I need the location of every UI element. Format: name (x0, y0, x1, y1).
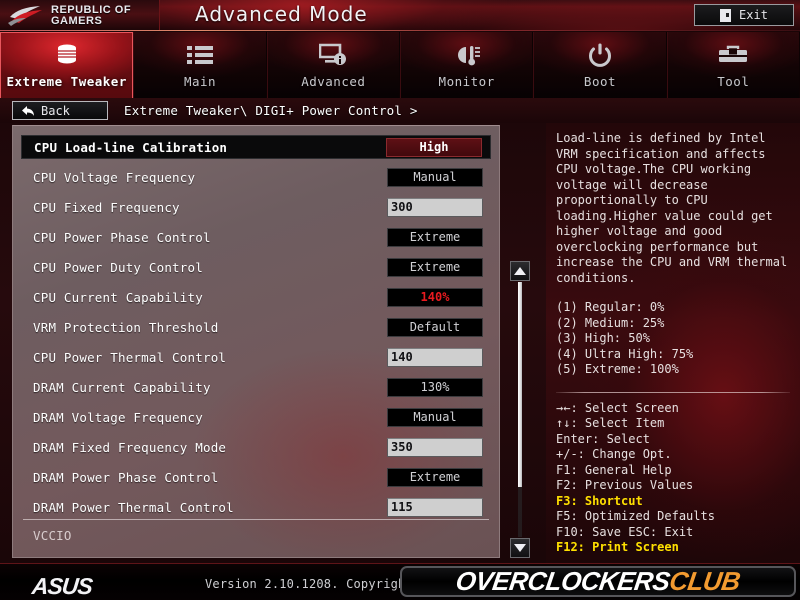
breadcrumb-path: Extreme Tweaker\ DIGI+ Power Control > (124, 103, 418, 118)
tab-label: Extreme Tweaker (6, 74, 127, 89)
list-divider (23, 519, 489, 520)
setting-value-input[interactable]: 140 (387, 347, 483, 367)
setting-value-input[interactable]: 300 (387, 197, 483, 217)
rog-logo: REPUBLIC OF GAMERS (0, 0, 160, 31)
setting-value-dropdown[interactable]: 140% (387, 287, 483, 307)
help-option: (4) Ultra High: 75% (556, 346, 694, 361)
scrollbar-thumb[interactable] (518, 282, 522, 487)
help-option: (2) Medium: 25% (556, 315, 665, 330)
tab-monitor[interactable]: Monitor (399, 32, 534, 98)
tab-label: Advanced (301, 73, 366, 89)
tab-label: Tool (717, 73, 750, 89)
setting-row[interactable]: DRAM Power Thermal Control 115 (21, 492, 491, 522)
setting-row[interactable]: DRAM Power Phase Control Extreme (21, 462, 491, 492)
settings-list: CPU Load-line Calibration High CPU Voltage… (12, 125, 500, 558)
rog-line-1: REPUBLIC OF (51, 3, 132, 16)
setting-row[interactable]: CPU Power Thermal Control 140 (21, 342, 491, 372)
back-button-label: Back (41, 103, 70, 118)
setting-row[interactable]: DRAM Voltage Frequency Manual (21, 402, 491, 432)
help-description: Load-line is defined by Intel VRM specif… (556, 131, 795, 285)
tab-label: Monitor (438, 73, 495, 89)
tab-extreme-tweaker[interactable]: Extreme Tweaker (0, 32, 134, 98)
tab-boot[interactable]: Boot (533, 32, 667, 98)
tab-advanced[interactable]: Advanced (266, 32, 400, 98)
tab-main[interactable]: Main (133, 32, 267, 98)
tuning-knob-icon (53, 42, 81, 68)
setting-value-dropdown[interactable]: Manual (387, 407, 483, 427)
help-option: (5) Extreme: 100% (556, 362, 679, 376)
tab-label: Boot (583, 73, 617, 89)
back-button[interactable]: Back (12, 101, 108, 120)
back-arrow-icon (22, 105, 34, 116)
rog-logo-text: REPUBLIC OF GAMERS (51, 3, 132, 27)
setting-value-dropdown[interactable]: Default (387, 317, 483, 337)
keyboard-legend-item: +/-: Change Opt. (556, 447, 672, 461)
exit-button[interactable]: Exit (694, 4, 794, 26)
setting-row[interactable]: CPU Current Capability 140% (21, 282, 491, 312)
page-title: Advanced Mode (195, 2, 368, 26)
down-triangle (514, 544, 526, 552)
asus-logo: ASUS (30, 573, 94, 599)
setting-row[interactable]: CPU Voltage Frequency Manual (21, 162, 491, 192)
scroll-down-arrow-icon[interactable] (510, 538, 530, 558)
list-item-vccio[interactable]: VCCIO (33, 528, 72, 543)
keyboard-legend-item: F3: Shortcut (556, 493, 643, 508)
settings-scrollbar[interactable] (510, 261, 532, 558)
setting-row[interactable]: DRAM Fixed Frequency Mode 350 (21, 432, 491, 462)
content-area: CPU Load-line Calibration High CPU Voltage… (0, 123, 800, 563)
setting-row[interactable]: CPU Load-line Calibration High (21, 135, 491, 159)
keyboard-legend-item: F10: Save ESC: Exit (556, 524, 694, 539)
setting-row[interactable]: CPU Power Phase Control Extreme (21, 222, 491, 252)
main-tab-bar: Extreme Tweaker Main Advanced Monitor Bo… (0, 32, 800, 98)
scroll-up-arrow-icon[interactable] (510, 261, 530, 281)
keyboard-legend-item: ↑↓: Select Item (556, 416, 665, 430)
setting-value-dropdown[interactable]: High (386, 137, 482, 157)
keyboard-legend-item: F12: Print Screen (556, 540, 679, 554)
list-icon (186, 42, 213, 68)
setting-value-dropdown[interactable]: Extreme (387, 227, 483, 247)
bios-screen: REPUBLIC OF GAMERS Advanced Mode Exit Ex… (0, 0, 800, 600)
top-banner: REPUBLIC OF GAMERS Advanced Mode Exit (0, 0, 800, 31)
setting-row[interactable]: VRM Protection Threshold Default (21, 312, 491, 342)
toolbox-icon (718, 42, 748, 68)
tab-tool[interactable]: Tool (666, 32, 800, 98)
keyboard-legend-item: →←: Select Screen (556, 400, 679, 415)
exit-door-icon (720, 8, 732, 22)
keyboard-legend: →←: Select Screen ↑↓: Select Item Enter: S… (556, 401, 790, 556)
help-options-list: (1) Regular: 0% (2) Medium: 25% (3) High: … (556, 300, 790, 378)
setting-value-dropdown[interactable]: Extreme (387, 467, 483, 487)
setting-value-input[interactable]: 115 (387, 497, 483, 517)
setting-row[interactable]: CPU Power Duty Control Extreme (21, 252, 491, 282)
setting-value-input[interactable]: 350 (387, 437, 483, 457)
keyboard-legend-item: Enter: Select (556, 431, 650, 446)
help-option: (3) High: 50% (556, 331, 650, 345)
setting-row[interactable]: DRAM Current Capability 130% (21, 372, 491, 402)
help-panel: Load-line is defined by Intel VRM specif… (546, 123, 800, 563)
exit-button-label: Exit (739, 8, 768, 22)
keyboard-legend-item: F5: Optimized Defaults (556, 509, 715, 523)
rog-line-2: GAMERS (51, 14, 103, 27)
tab-label: Main (183, 73, 217, 89)
setting-value-dropdown[interactable]: Manual (387, 167, 483, 187)
help-option: (1) Regular: 0% (556, 300, 665, 314)
watermark-text-b: CLUB (667, 566, 743, 596)
setting-value-dropdown[interactable]: 130% (387, 377, 483, 397)
help-divider (556, 391, 790, 393)
up-triangle (514, 267, 526, 275)
power-icon (588, 42, 612, 68)
setting-row[interactable]: CPU Fixed Frequency 300 (21, 192, 491, 222)
keyboard-legend-item: F1: General Help (556, 462, 672, 477)
gauge-thermometer-icon (453, 42, 481, 68)
keyboard-legend-item: F2: Previous Values (556, 478, 694, 492)
setting-value-dropdown[interactable]: Extreme (387, 257, 483, 277)
breadcrumb-bar: Back Extreme Tweaker\ DIGI+ Power Contro… (0, 98, 800, 123)
watermark-text-a: OVERCLOCKERS (454, 566, 672, 596)
rog-eye-icon (8, 5, 42, 26)
overclockersclub-watermark: OVERCLOCKERSCLUB (400, 566, 796, 597)
monitor-info-icon (319, 42, 347, 68)
